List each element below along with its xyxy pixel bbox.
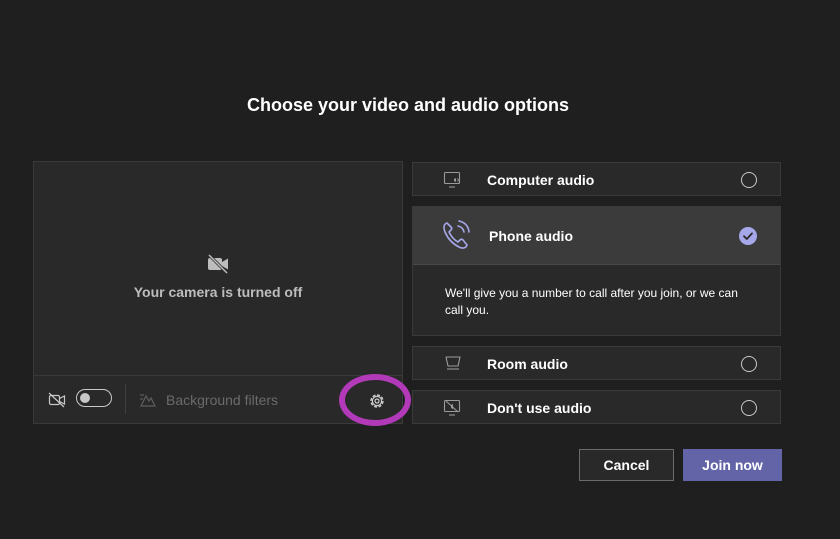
- camera-toggle-knob: [80, 392, 90, 403]
- camera-toggle[interactable]: [76, 389, 112, 407]
- camera-off-message: Your camera is turned off: [133, 283, 303, 300]
- join-now-button[interactable]: Join now: [683, 449, 782, 481]
- room-audio-icon: [445, 356, 461, 370]
- audio-option-none[interactable]: Don't use audio: [412, 390, 781, 424]
- phone-audio-description: We'll give you a number to call after yo…: [445, 286, 738, 317]
- background-filters-button[interactable]: Background filters: [166, 392, 278, 408]
- dialog-title: Choose your video and audio options: [246, 95, 569, 115]
- phone-audio-selected-check[interactable]: [739, 227, 757, 245]
- phone-audio-label: Phone audio: [489, 228, 573, 244]
- cancel-button[interactable]: Cancel: [579, 449, 674, 481]
- no-audio-icon: [443, 399, 461, 416]
- computer-audio-label: Computer audio: [487, 172, 595, 188]
- camera-off-small-icon: [48, 392, 66, 408]
- room-audio-radio[interactable]: [741, 356, 757, 372]
- camera-off-icon: [207, 253, 229, 274]
- audio-option-computer[interactable]: Computer audio: [412, 162, 781, 196]
- background-filters-icon: [140, 394, 156, 407]
- device-settings-gear-icon[interactable]: [367, 391, 387, 411]
- audio-option-room[interactable]: Room audio: [412, 346, 781, 380]
- checkmark-icon: [743, 232, 753, 240]
- phone-icon: [443, 220, 470, 249]
- video-preview-area: Your camera is turned off: [34, 162, 402, 375]
- computer-audio-radio[interactable]: [741, 172, 757, 188]
- room-audio-label: Room audio: [487, 356, 568, 372]
- toolbar-divider: [125, 384, 126, 414]
- no-audio-label: Don't use audio: [487, 400, 592, 416]
- audio-option-phone[interactable]: Phone audio We'll give you a number to c…: [412, 206, 781, 336]
- no-audio-radio[interactable]: [741, 400, 757, 416]
- phone-audio-header[interactable]: Phone audio: [413, 207, 780, 265]
- computer-audio-icon: [443, 171, 461, 188]
